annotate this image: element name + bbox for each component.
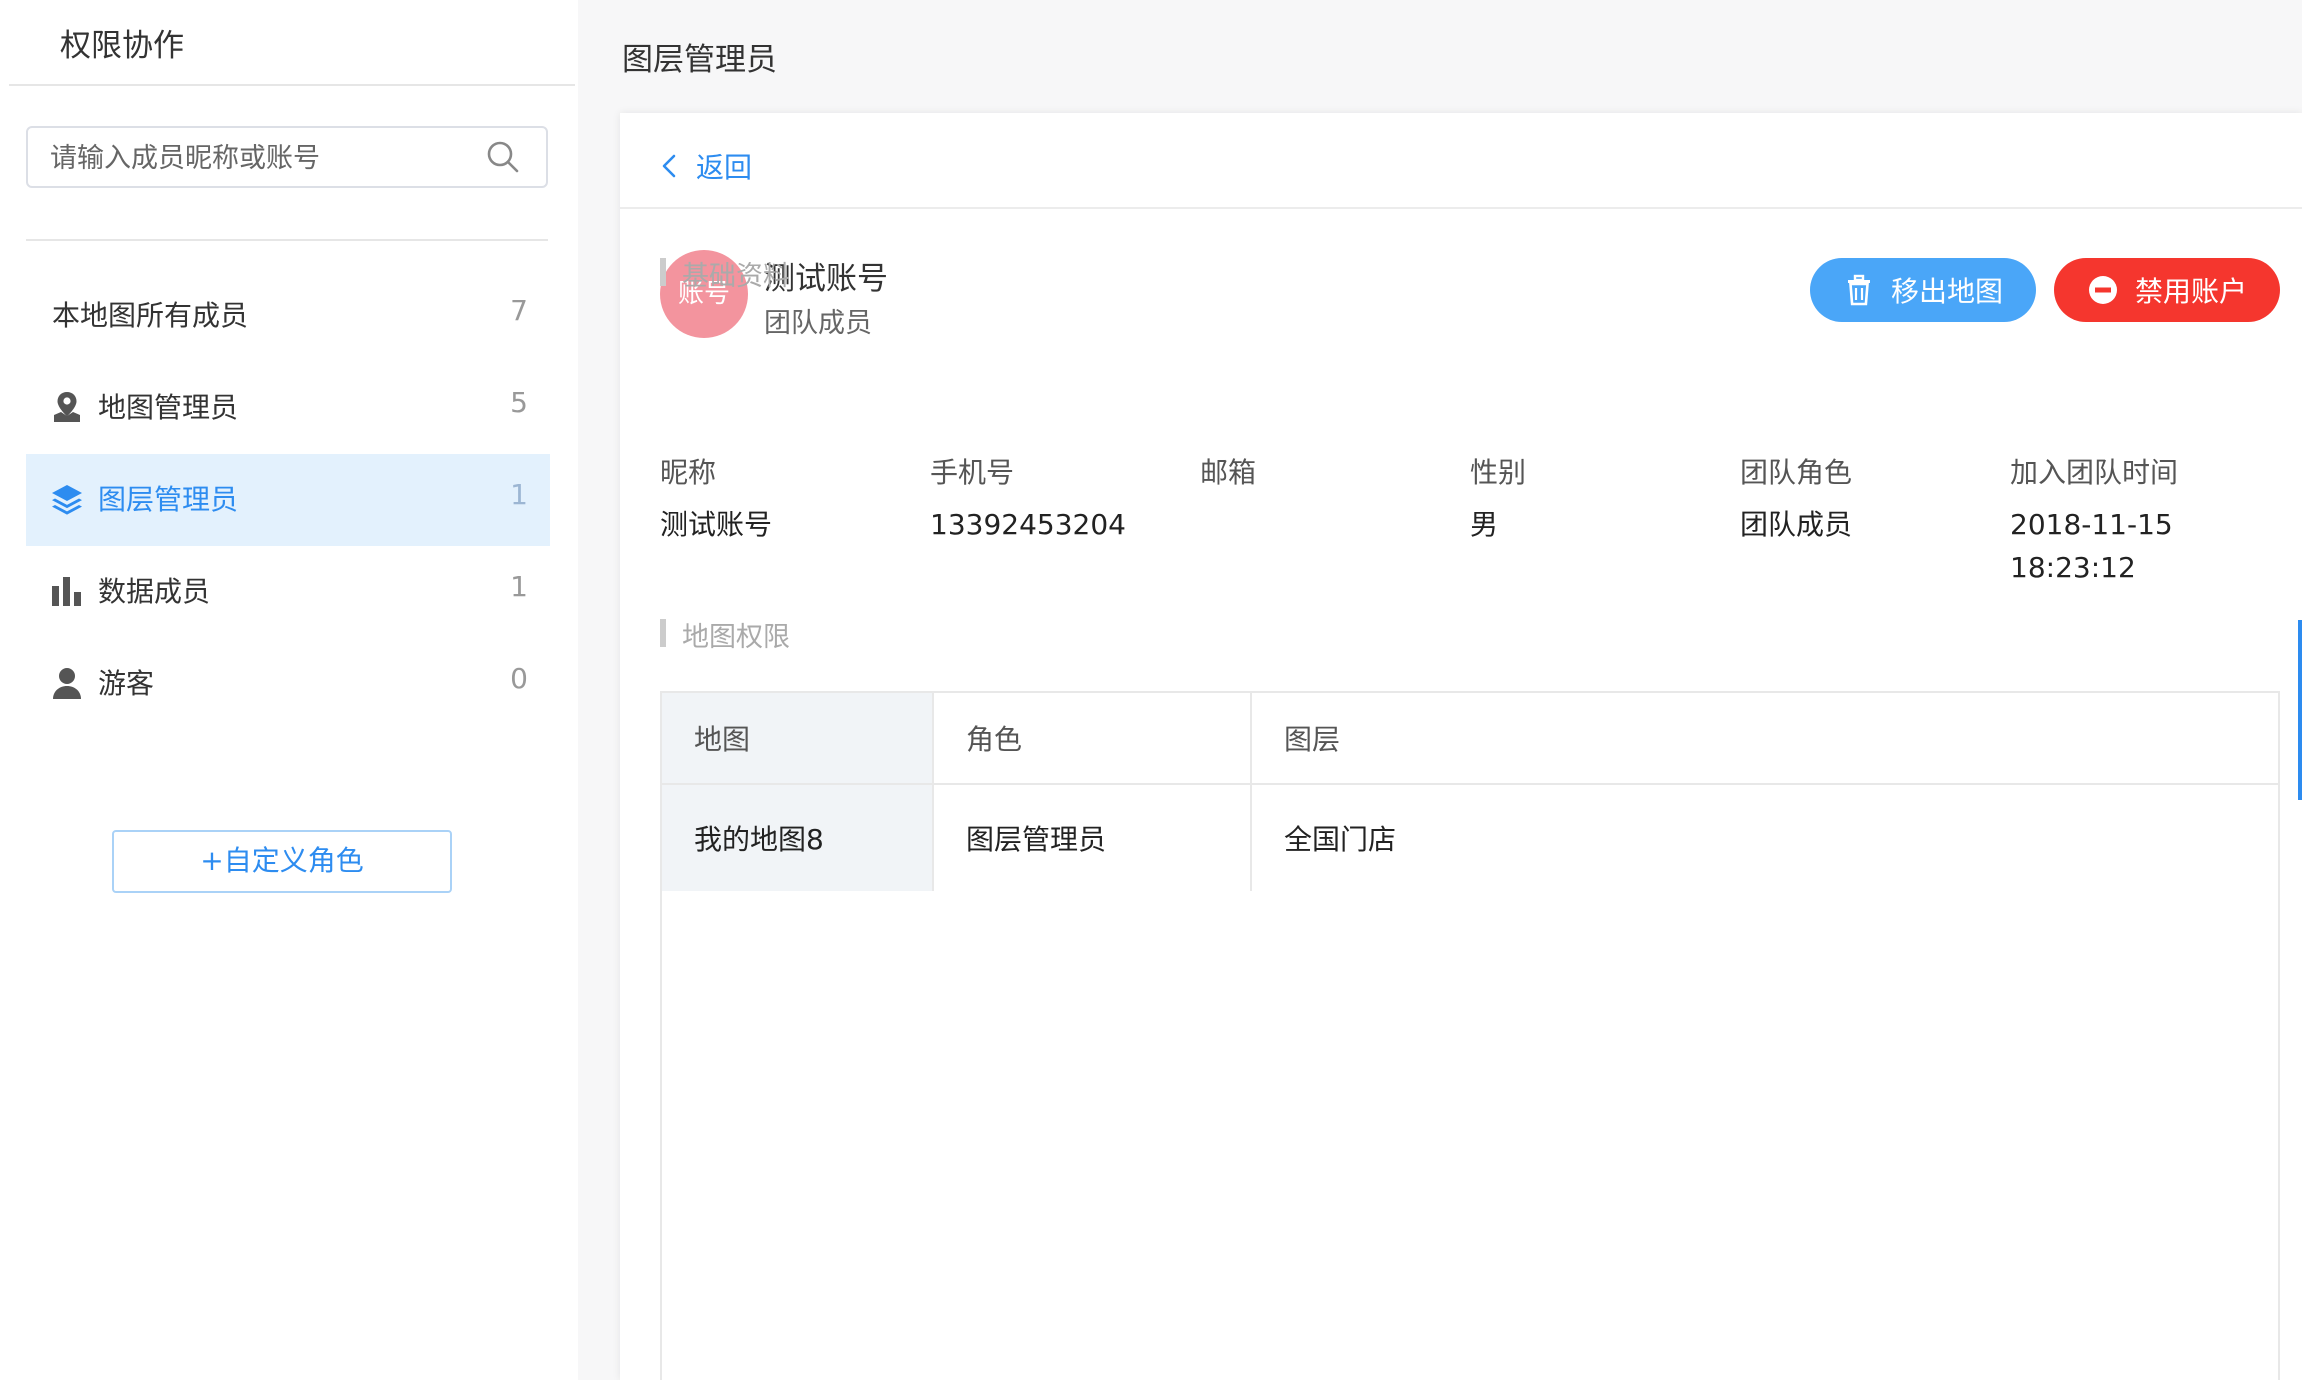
sidebar-item-data-members[interactable]: 数据成员 1 <box>26 546 550 638</box>
value-phone: 13392453204 <box>930 508 1126 541</box>
label-nickname: 昵称 <box>660 456 717 489</box>
search-box[interactable] <box>26 126 548 188</box>
value-team-role: 团队成员 <box>1740 508 1853 541</box>
divider <box>9 84 575 86</box>
search-input[interactable] <box>48 128 472 188</box>
sidebar-item-count: 7 <box>510 294 528 327</box>
column-header-map: 地图 <box>662 693 932 783</box>
sidebar-item-count: 1 <box>510 478 528 511</box>
value-join-clock: 18:23:12 <box>2010 551 2136 584</box>
value-join-date: 2018-11-15 <box>2010 508 2173 541</box>
sidebar-item-count: 5 <box>510 386 528 419</box>
label-gender: 性别 <box>1470 456 1527 489</box>
label-phone: 手机号 <box>930 456 1015 489</box>
value-gender: 男 <box>1470 508 1499 541</box>
disable-account-button[interactable]: 禁用账户 <box>2054 258 2280 322</box>
sidebar: 权限协作 本地图所有成员 7 地图管理员 5 图层管理员 1 <box>0 0 578 1380</box>
layers-icon <box>52 485 82 515</box>
sidebar-item-label: 图层管理员 <box>98 483 239 516</box>
section-title-map-permissions: 地图权限 <box>660 615 790 654</box>
sidebar-item-map-admins[interactable]: 地图管理员 5 <box>26 362 550 454</box>
user-icon <box>53 668 81 699</box>
divider <box>620 207 2302 209</box>
sidebar-item-count: 0 <box>510 662 528 695</box>
remove-from-map-button[interactable]: 移出地图 <box>1810 258 2036 322</box>
sidebar-title: 权限协作 <box>60 28 184 64</box>
remove-label: 移出地图 <box>1890 275 2003 308</box>
member-detail-panel: 返回 账号 测试账号 团队成员 移出地图 禁用账户 基础资料 昵称 手机号 邮箱… <box>620 113 2302 1380</box>
map-pin-icon <box>54 392 80 422</box>
permissions-table: 地图 角色 图层 我的地图8 图层管理员 全国门店 <box>660 691 2280 1380</box>
trash-icon <box>1847 274 1870 306</box>
sidebar-item-label: 地图管理员 <box>98 391 239 424</box>
scrollbar[interactable] <box>2298 620 2302 800</box>
sidebar-item-guests[interactable]: 游客 0 <box>26 638 550 730</box>
back-label: 返回 <box>696 151 753 184</box>
value-join-time: 2018-11-15 18:23:12 <box>2010 503 2173 589</box>
add-custom-role-button[interactable]: +自定义角色 <box>112 830 452 893</box>
cell-map: 我的地图8 <box>662 785 932 891</box>
column-header-role: 角色 <box>932 693 1250 783</box>
page-title: 图层管理员 <box>622 42 777 78</box>
minus-circle-icon <box>2088 276 2117 304</box>
table-row[interactable]: 我的地图8 图层管理员 全国门店 <box>662 785 2278 891</box>
table-header-row: 地图 角色 图层 <box>662 693 2278 785</box>
label-team-role: 团队角色 <box>1740 456 1853 489</box>
disable-label: 禁用账户 <box>2134 275 2247 308</box>
sidebar-item-layer-admins[interactable]: 图层管理员 1 <box>26 454 550 546</box>
cell-layer: 全国门店 <box>1250 785 2280 891</box>
label-email: 邮箱 <box>1200 456 1257 489</box>
chevron-left-icon <box>662 154 676 178</box>
back-button[interactable]: 返回 <box>660 143 752 189</box>
column-header-layer: 图层 <box>1250 693 2280 783</box>
sidebar-item-all-members[interactable]: 本地图所有成员 7 <box>26 270 550 362</box>
section-title-basic-info: 基础资料 <box>660 254 790 293</box>
search-icon[interactable] <box>486 140 520 174</box>
bar-chart-icon <box>52 577 81 606</box>
sidebar-item-label: 数据成员 <box>98 575 211 608</box>
user-role: 团队成员 <box>764 308 872 339</box>
divider <box>26 239 548 241</box>
sidebar-item-count: 1 <box>510 570 528 603</box>
sidebar-item-label: 本地图所有成员 <box>52 299 249 332</box>
sidebar-item-label: 游客 <box>98 667 155 700</box>
value-nickname: 测试账号 <box>660 508 773 541</box>
cell-role: 图层管理员 <box>932 785 1250 891</box>
label-join-time: 加入团队时间 <box>2010 456 2179 489</box>
